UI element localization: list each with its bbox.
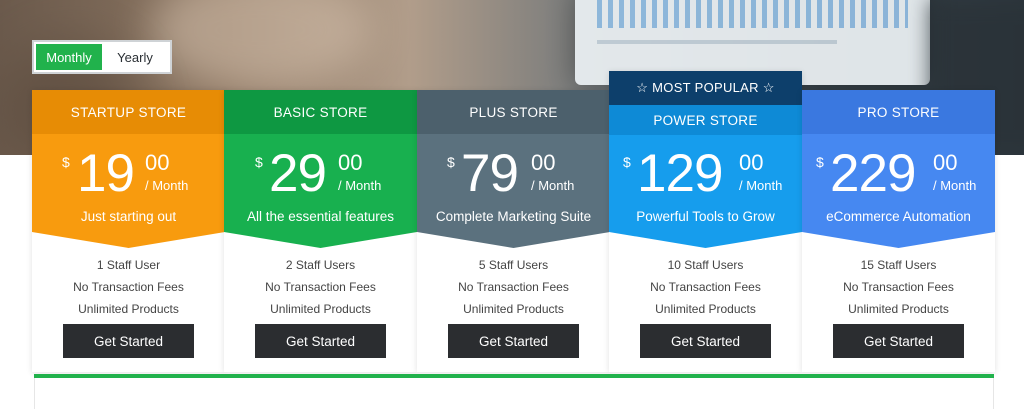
most-popular-badge: ☆ MOST POPULAR ☆ xyxy=(609,71,802,105)
plan-features: 1 Staff User No Transaction Fees Unlimit… xyxy=(32,254,225,320)
feature-item: Unlimited Products xyxy=(655,302,756,316)
price-cents: 00 xyxy=(933,150,958,175)
price-currency: $ xyxy=(816,154,824,170)
monthly-toggle-option[interactable]: Monthly xyxy=(36,44,102,70)
get-started-button[interactable]: Get Started xyxy=(833,324,964,358)
feature-item: Unlimited Products xyxy=(463,302,564,316)
feature-item: No Transaction Fees xyxy=(73,280,184,294)
pricing-card-header: PLUS STORE $ 79 00 / Month Complete Mark… xyxy=(417,90,610,248)
price-period: / Month xyxy=(933,178,977,193)
plan-features: 2 Staff Users No Transaction Fees Unlimi… xyxy=(224,254,417,320)
price-currency: $ xyxy=(255,154,263,170)
plan-tagline: eCommerce Automation xyxy=(826,209,971,224)
plan-features: 15 Staff Users No Transaction Fees Unlim… xyxy=(802,254,995,320)
feature-item: Unlimited Products xyxy=(848,302,949,316)
feature-item: No Transaction Fees xyxy=(650,280,761,294)
plan-price: $ 19 00 / Month xyxy=(32,146,225,206)
pricing-card-basic: BASIC STORE $ 29 00 / Month All the esse… xyxy=(224,90,417,372)
price-cents: 00 xyxy=(531,150,556,175)
pricing-card-header: STARTUP STORE $ 19 00 / Month Just start… xyxy=(32,90,225,248)
pricing-card-startup: STARTUP STORE $ 19 00 / Month Just start… xyxy=(32,90,225,372)
plan-features: 10 Staff Users No Transaction Fees Unlim… xyxy=(609,254,802,320)
price-cents: 00 xyxy=(145,150,170,175)
feature-item: 1 Staff User xyxy=(96,258,161,272)
get-started-button[interactable]: Get Started xyxy=(640,324,771,358)
feature-item: 10 Staff Users xyxy=(667,258,744,272)
feature-item: No Transaction Fees xyxy=(458,280,569,294)
price-cents: 00 xyxy=(739,150,764,175)
price-amount: 79 xyxy=(461,144,519,203)
pricing-card-header: PRO STORE $ 229 00 / Month eCommerce Aut… xyxy=(802,90,995,248)
price-amount: 19 xyxy=(77,144,135,203)
feature-item: 15 Staff Users xyxy=(860,258,937,272)
feature-item: Unlimited Products xyxy=(270,302,371,316)
plan-name: PRO STORE xyxy=(802,90,995,134)
plan-name: POWER STORE xyxy=(609,105,802,135)
hero-screen-line xyxy=(597,40,837,44)
content-panel xyxy=(34,378,994,409)
price-period: / Month xyxy=(531,178,575,193)
plan-price: $ 29 00 / Month xyxy=(224,146,417,206)
price-currency: $ xyxy=(62,154,70,170)
plan-name: STARTUP STORE xyxy=(32,90,225,134)
plan-name: PLUS STORE xyxy=(417,90,610,134)
plan-price: $ 79 00 / Month xyxy=(417,146,610,206)
feature-item: Unlimited Products xyxy=(78,302,179,316)
plan-tagline: Just starting out xyxy=(80,209,177,224)
hero-screen-chart xyxy=(597,0,908,28)
plan-price: $ 229 00 / Month xyxy=(802,146,995,206)
price-period: / Month xyxy=(145,178,189,193)
get-started-button[interactable]: Get Started xyxy=(448,324,579,358)
price-currency: $ xyxy=(447,154,455,170)
plan-tagline: Powerful Tools to Grow xyxy=(636,209,775,224)
pricing-card-header: BASIC STORE $ 29 00 / Month All the esse… xyxy=(224,90,417,248)
feature-item: 2 Staff Users xyxy=(285,258,356,272)
get-started-button[interactable]: Get Started xyxy=(63,324,194,358)
hero-blur-shape xyxy=(150,0,370,90)
price-amount: 129 xyxy=(637,144,723,203)
get-started-button[interactable]: Get Started xyxy=(255,324,386,358)
feature-item: 5 Staff Users xyxy=(478,258,549,272)
price-period: / Month xyxy=(739,178,783,193)
pricing-card-header: POWER STORE $ 129 00 / Month Powerful To… xyxy=(609,90,802,248)
price-amount: 229 xyxy=(830,144,916,203)
pricing-card-plus: PLUS STORE $ 79 00 / Month Complete Mark… xyxy=(417,90,610,372)
price-currency: $ xyxy=(623,154,631,170)
pricing-card-power: POWER STORE $ 129 00 / Month Powerful To… xyxy=(609,71,802,372)
billing-period-toggle[interactable]: Monthly Yearly xyxy=(32,40,172,74)
plan-name: BASIC STORE xyxy=(224,90,417,134)
price-amount: 29 xyxy=(269,144,327,203)
pricing-card-pro: PRO STORE $ 229 00 / Month eCommerce Aut… xyxy=(802,90,995,372)
plan-tagline: Complete Marketing Suite xyxy=(435,209,592,224)
price-period: / Month xyxy=(338,178,382,193)
price-cents: 00 xyxy=(338,150,363,175)
plan-tagline: All the essential features xyxy=(246,209,395,224)
plan-price: $ 129 00 / Month xyxy=(609,146,802,206)
plan-features: 5 Staff Users No Transaction Fees Unlimi… xyxy=(417,254,610,320)
yearly-toggle-option[interactable]: Yearly xyxy=(102,44,168,70)
feature-item: No Transaction Fees xyxy=(843,280,954,294)
feature-item: No Transaction Fees xyxy=(265,280,376,294)
